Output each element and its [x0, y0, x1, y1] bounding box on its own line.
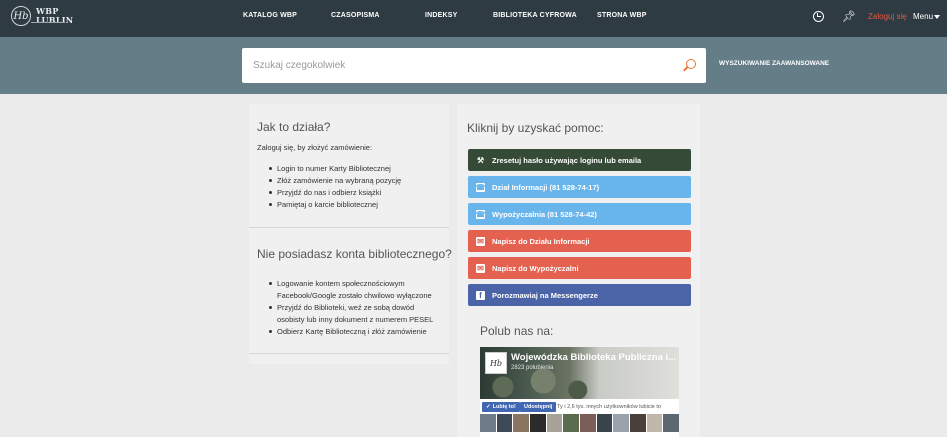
how-it-works-title: Jak to działa?	[257, 120, 331, 134]
divider	[249, 353, 449, 354]
avatar	[580, 414, 596, 432]
phone-icon: ☎︎	[475, 209, 486, 219]
list-item: Login to numer Karty Bibliotecznej	[269, 163, 401, 175]
info-panel: Jak to działa? Zaloguj się, by złożyć za…	[249, 104, 452, 364]
avatar	[530, 414, 546, 432]
login-link[interactable]: Zaloguj się	[868, 12, 907, 21]
email-information-button[interactable]: ✉︎ Napisz do Działu Informacji	[468, 230, 691, 252]
phone-icon: ☎︎	[475, 182, 486, 192]
help-panel: Kliknij by uzyskać pomoc: ⚒︎ Zresetuj ha…	[457, 104, 700, 437]
search-input[interactable]: Szukaj czegokolwiek	[242, 48, 706, 83]
facebook-page-name[interactable]: Wojewódzka Biblioteka Publiczna i...	[511, 352, 676, 363]
how-it-works-intro: Zaloguj się, by złożyć zamówienie:	[257, 143, 373, 152]
reset-password-button[interactable]: ⚒︎ Zresetuj hasło używając loginu lub em…	[468, 149, 691, 171]
divider	[249, 227, 449, 228]
envelope-icon: ✉︎	[476, 263, 485, 273]
list-item: Przyjdź do Biblioteki, weź ze sobą dowód…	[269, 302, 433, 326]
logo-emblem-icon: Hb	[11, 6, 31, 26]
avatar	[546, 414, 563, 432]
like-label: Lubię to!	[492, 404, 516, 410]
list-item: Pamiętaj o karcie bibliotecznej	[269, 199, 401, 211]
menu-button[interactable]: Menu	[913, 12, 933, 21]
list-item: Odbierz Kartę Biblioteczną i złóż zamówi…	[269, 326, 433, 338]
key-icon: ⚒︎	[476, 155, 485, 165]
list-item-line: Facebook/Google zostało chwilowo wyłączo…	[277, 291, 432, 300]
search-band: Szukaj czegokolwiek WYSZUKIWANIE ZAAWANS…	[0, 37, 947, 94]
list-item-line: Logowanie kontem społecznościowym	[277, 279, 405, 288]
logo-underline	[31, 22, 65, 23]
button-label: Napisz do Wypożyczalni	[492, 263, 579, 273]
library-logo[interactable]: Hb WBP LUBLIN	[11, 6, 73, 26]
nav-biblioteka-cyfrowa[interactable]: BIBLIOTEKA CYFROWA	[493, 12, 577, 19]
facebook-likes-count: 2823 polubienia	[511, 365, 554, 371]
facebook-page-avatar[interactable]: Hb	[485, 352, 507, 374]
thumbs-up-icon: ✓	[486, 404, 491, 410]
facebook-action-bar: ✓ Lubię to! Udostępnij Ty i 2,6 tys. inn…	[480, 399, 679, 413]
facebook-share-button[interactable]: Udostępnij	[520, 402, 557, 412]
pin-icon[interactable]: 📌︎	[842, 10, 856, 23]
avatar	[513, 414, 530, 432]
button-label: Wypożyczalnia (81 528-74-42)	[492, 209, 597, 219]
button-label: Zresetuj hasło używając loginu lub email…	[492, 155, 642, 165]
list-item-line: osobisty lub inny dokument z numerem PES…	[277, 315, 434, 324]
list-item: Złóż zamówienie na wybraną pozycję	[269, 175, 401, 187]
call-information-button[interactable]: ☎︎ Dział Informacji (81 528-74-17)	[468, 176, 691, 198]
button-label: Napisz do Działu Informacji	[492, 236, 590, 246]
facebook-like-button[interactable]: ✓ Lubię to!	[482, 402, 520, 412]
nav-czasopisma[interactable]: CZASOPISMA	[331, 12, 380, 19]
facebook-page-widget[interactable]: Hb Wojewódzka Biblioteka Publiczna i... …	[480, 347, 679, 437]
how-it-works-steps: Login to numer Karty Bibliotecznej Złóż …	[269, 163, 401, 211]
list-item: Przyjdź do nas i odbierz książki	[269, 187, 401, 199]
facebook-icon: f	[476, 290, 485, 300]
avatar	[646, 414, 663, 432]
no-account-title: Nie posiadasz konta bibliotecznego?	[257, 247, 452, 261]
nav-katalog[interactable]: KATALOG WBP	[243, 12, 297, 19]
logo-line-2: LUBLIN	[36, 15, 74, 25]
nav-indeksy[interactable]: INDEKSY	[425, 12, 458, 19]
nav-strona-wbp[interactable]: STRONA WBP	[597, 12, 647, 19]
history-icon[interactable]	[813, 11, 824, 22]
messenger-button[interactable]: f Porozmawiaj na Messengerze	[468, 284, 691, 306]
list-item-line: Odbierz Kartę Biblioteczną i złóż zamówi…	[277, 327, 427, 336]
avatar	[496, 414, 513, 432]
email-lending-button[interactable]: ✉︎ Napisz do Wypożyczalni	[468, 257, 691, 279]
avatar	[663, 414, 679, 432]
avatar	[613, 414, 630, 432]
call-lending-button[interactable]: ☎︎ Wypożyczalnia (81 528-74-42)	[468, 203, 691, 225]
button-label: Porozmawiaj na Messengerze	[492, 290, 598, 300]
avatar	[630, 414, 646, 432]
envelope-icon: ✉︎	[476, 236, 485, 246]
list-item-line: Przyjdź do Biblioteki, weź ze sobą dowód	[277, 303, 415, 312]
facebook-friends-text: Ty i 2,6 tys. innych użytkowników lubici…	[557, 404, 661, 410]
list-item: Logowanie kontem społecznościowym Facebo…	[269, 278, 433, 302]
no-account-steps: Logowanie kontem społecznościowym Facebo…	[269, 278, 433, 338]
avatar	[480, 414, 496, 432]
advanced-search-link[interactable]: WYSZUKIWANIE ZAAWANSOWANE	[719, 60, 829, 67]
follow-title: Polub nas na:	[480, 324, 554, 338]
facebook-friends-faces	[480, 414, 679, 437]
help-title: Kliknij by uzyskać pomoc:	[467, 121, 604, 135]
avatar	[563, 414, 580, 432]
chevron-down-icon[interactable]	[934, 15, 940, 19]
avatar	[596, 414, 613, 432]
button-label: Dział Informacji (81 528-74-17)	[492, 182, 600, 192]
search-placeholder: Szukaj czegokolwiek	[253, 60, 346, 71]
search-icon[interactable]	[686, 59, 696, 69]
top-navbar: Hb WBP LUBLIN KATALOG WBP CZASOPISMA IND…	[0, 0, 947, 37]
